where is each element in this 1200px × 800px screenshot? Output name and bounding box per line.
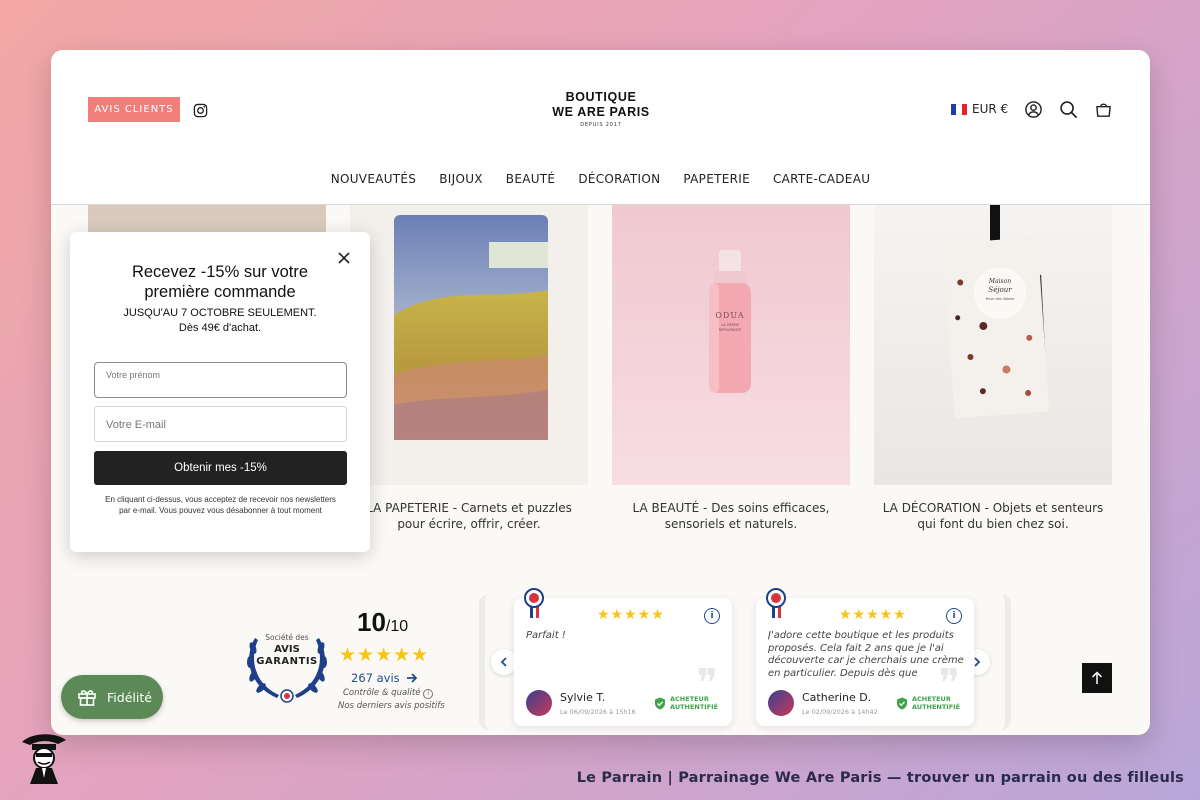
logo-line-1: BOUTIQUE (565, 90, 637, 104)
info-small-icon: i (423, 689, 434, 699)
score-value: 10 (357, 607, 386, 637)
back-to-top-button[interactable] (1082, 663, 1112, 693)
site-logo[interactable]: BOUTIQUE WE ARE PARIS DEPUIS 2017 (531, 90, 671, 128)
review-stars: ★★★★★ (597, 607, 665, 623)
shield-check-icon (897, 697, 907, 710)
newsletter-popup: Recevez -15% sur votre première commande… (70, 232, 370, 552)
nav-decoration[interactable]: DÉCORATION (578, 172, 660, 186)
nav-beaute[interactable]: BEAUTÉ (506, 172, 556, 186)
wax-label-3: Rose des Sables (985, 297, 1015, 301)
review-date: Le 06/09/2026 à 15h16 (560, 708, 636, 716)
gift-icon (78, 690, 96, 706)
review-card[interactable]: ★★★★★ i J'adore cette boutique et les pr… (756, 588, 974, 726)
verified-line-2: AUTHENTIFIÉ (912, 702, 961, 711)
firstname-field[interactable]: Votre prénom (94, 362, 347, 398)
review-count-link[interactable]: 267 avis (351, 671, 418, 685)
cart-icon[interactable] (1094, 100, 1113, 119)
popup-title: Recevez -15% sur votre première commande (70, 262, 370, 302)
popup-title-line1: Recevez -15% sur votre (131, 263, 309, 281)
control-quality-text[interactable]: Contrôle & qualité i (343, 688, 434, 699)
logo-line-2: WE ARE PARIS (552, 105, 650, 119)
score-max: /10 (385, 618, 409, 635)
notebook-illustration (394, 215, 548, 440)
popup-legal-text: En cliquant ci-dessus, vous acceptez de … (105, 495, 336, 515)
bottle-brand: ODUA (715, 311, 745, 320)
wax-label-1: Maison (988, 278, 1012, 285)
fidelite-label: Fidélité (107, 689, 152, 705)
caption-papeterie-line2: pour écrire, offrir, créer. (397, 517, 541, 531)
caption-beaute-line1: LA BEAUTÉ - Des soins efficaces, (632, 501, 830, 515)
get-discount-button[interactable]: Obtenir mes -15% (94, 451, 347, 485)
badge-line-3: GARANTIS (256, 656, 318, 667)
avatar (768, 690, 794, 716)
caption-beaute-line2: sensoriels et naturels. (664, 517, 798, 531)
reviewer-name: Catherine D. (802, 691, 872, 704)
currency-selector[interactable]: EUR € (951, 102, 1008, 116)
verified-line-2: AUTHENTIFIÉ (670, 702, 719, 711)
last-reviews-text: Nos derniers avis positifs (338, 701, 445, 711)
score-stars: ★★★★★ (339, 644, 430, 666)
avatar (526, 690, 552, 716)
currency-label: EUR € (972, 102, 1009, 116)
info-icon[interactable]: i (946, 608, 962, 624)
popup-subtitle-minimum: Dès 49€ d'achat. (178, 322, 262, 334)
product-card-beaute-image[interactable]: ODUA LA CRÈME REPULPANTE (612, 205, 850, 485)
browser-window: AVIS CLIENTS BOUTIQUE WE ARE PARIS DEPUI… (51, 50, 1150, 735)
account-icon[interactable] (1024, 100, 1043, 119)
footer-caption: Le Parrain | Parrainage We Are Paris — t… (576, 770, 1184, 786)
product-card-papeterie-image[interactable] (350, 205, 588, 485)
arrow-up-icon (1091, 671, 1103, 684)
verified-buyer-badge: ACHETEUR AUTHENTIFIÉ (654, 695, 719, 711)
nav-papeterie[interactable]: PAPETERIE (683, 172, 750, 186)
caption-papeterie-line1: LA PAPETERIE - Carnets et puzzles (366, 501, 572, 515)
bottle-sub-1: LA CRÈME (721, 323, 739, 327)
popup-title-line2: première commande (144, 283, 296, 301)
medal-icon (766, 588, 786, 618)
caption-beaute[interactable]: LA BEAUTÉ - Des soins efficaces, sensori… (612, 500, 850, 532)
verified-buyer-badge: ACHETEUR AUTHENTIFIÉ (896, 695, 961, 711)
info-icon[interactable]: i (704, 608, 720, 624)
instagram-icon[interactable] (193, 103, 208, 118)
bottle-sub-2: REPULPANTE (718, 328, 742, 332)
review-count: 267 avis (351, 671, 400, 685)
arrow-right-icon (406, 673, 417, 683)
shield-check-icon (655, 697, 665, 710)
email-field[interactable]: Votre E-mail (94, 406, 347, 442)
nav-carte-cadeau[interactable]: CARTE-CADEAU (773, 172, 870, 186)
fidelite-button[interactable]: Fidélité (61, 675, 163, 719)
popup-subtitle-deadline: JUSQU'AU 7 OCTOBRE SEULEMENT. (123, 307, 317, 319)
caption-papeterie[interactable]: LA PAPETERIE - Carnets et puzzles pour é… (350, 500, 588, 532)
caption-decoration-line1: LA DÉCORATION - Objets et senteurs (882, 501, 1104, 515)
avis-clients-button[interactable]: AVIS CLIENTS (88, 97, 180, 122)
cream-bottle-illustration (709, 250, 751, 393)
reviewer-name: Sylvie T. (560, 691, 606, 704)
search-icon[interactable] (1059, 100, 1078, 119)
chevron-left-icon (500, 657, 507, 667)
caption-decoration[interactable]: LA DÉCORATION - Objets et senteurs qui f… (874, 500, 1112, 532)
main-nav: NOUVEAUTÉS BIJOUX BEAUTÉ DÉCORATION PAPE… (51, 172, 1150, 186)
review-card[interactable]: ★★★★★ i Parfait ! ❞ Sylvie T. Le 06/09/2… (514, 588, 732, 726)
badge-line-2: AVIS (274, 644, 300, 655)
wax-label-2: Séjour (988, 286, 1012, 294)
caption-decoration-line2: qui font du bien chez soi. (917, 517, 1069, 531)
review-stars: ★★★★★ (839, 607, 907, 623)
le-parrain-logo-icon[interactable] (18, 728, 70, 784)
review-score: 10/10 (357, 607, 408, 638)
site-header: AVIS CLIENTS BOUTIQUE WE ARE PARIS DEPUI… (51, 50, 1150, 205)
control-quality-label: Contrôle & qualité (343, 688, 421, 698)
firstname-label: Votre prénom (106, 370, 161, 380)
badge-line-1: Société des (265, 633, 309, 642)
product-card-decoration-image[interactable]: Maison Séjour Rose des Sables (874, 205, 1112, 485)
france-flag-icon (951, 103, 967, 115)
medal-icon (524, 588, 544, 618)
logo-line-3: DEPUIS 2017 (580, 122, 622, 128)
scented-wax-illustration (942, 205, 1050, 419)
review-date: Le 02/09/2026 à 14h42 (802, 708, 878, 716)
nav-nouveautes[interactable]: NOUVEAUTÉS (331, 172, 417, 186)
nav-bijoux[interactable]: BIJOUX (439, 172, 483, 186)
